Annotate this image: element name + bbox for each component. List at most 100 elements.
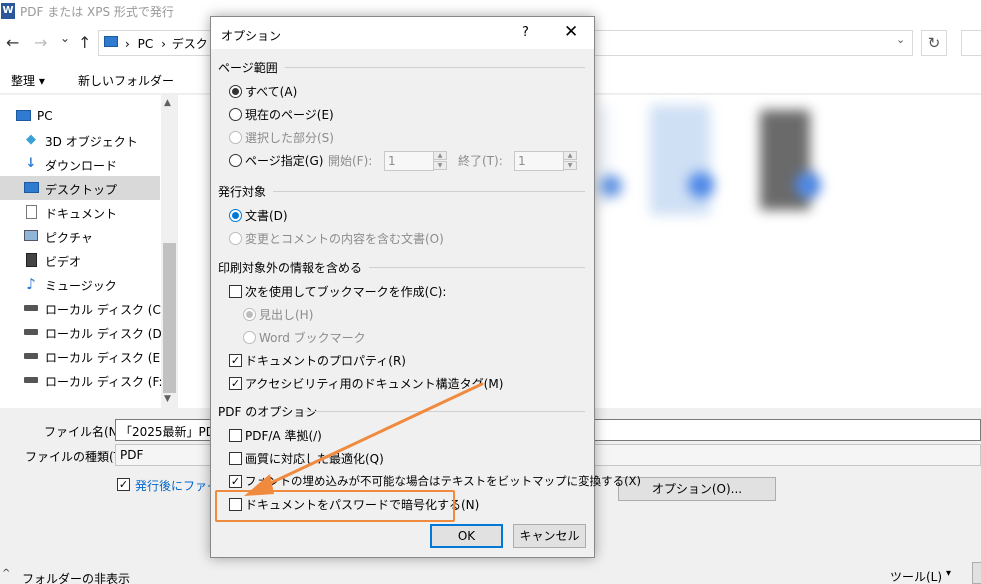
sidebar-item-label: ドキュメント — [45, 207, 118, 221]
chevron-down-icon[interactable]: ⌄ — [896, 33, 905, 46]
pc-icon — [104, 36, 118, 47]
page-range-selection-radio[interactable] — [229, 131, 242, 144]
page-range-current-label: 現在のページ(E) — [245, 108, 334, 122]
hide-folders-button[interactable]: フォルダーの非表示 — [22, 570, 130, 584]
drive-icon — [24, 377, 38, 383]
sidebar-item-drive-e[interactable]: ローカル ディスク (E:) — [0, 344, 169, 368]
sidebar-item-label: 3D オブジェクト — [45, 135, 138, 149]
group-divider — [273, 191, 585, 192]
publish-what-group-label: 発行対象 — [218, 185, 267, 199]
start-page-down-icon[interactable]: ▼ — [433, 161, 447, 170]
music-icon: ♪ — [26, 275, 36, 293]
end-page-down-icon[interactable]: ▼ — [563, 161, 577, 170]
word-app-icon: W — [1, 3, 15, 19]
breadcrumb-pc[interactable]: PC — [138, 37, 154, 51]
doc-properties-label: ドキュメントのプロパティ(R) — [245, 354, 406, 368]
annotation-arrow-icon — [244, 382, 484, 496]
headings-radio[interactable] — [243, 308, 256, 321]
scroll-down-icon[interactable]: ▼ — [164, 394, 171, 404]
cancel-button[interactable]: キャンセル — [513, 524, 586, 548]
end-page-label: 終了(T): — [458, 154, 503, 168]
headings-label: 見出し(H) — [259, 308, 314, 322]
page-range-current-radio[interactable] — [229, 108, 242, 121]
sidebar-item-pc[interactable]: PC — [0, 104, 160, 128]
download-icon: ↓ — [25, 156, 37, 171]
help-icon[interactable]: ? — [522, 25, 529, 40]
organize-button[interactable]: 整理 ▾ — [11, 72, 45, 89]
start-page-up-icon[interactable]: ▲ — [433, 151, 447, 160]
hide-folders-icon[interactable]: ^ — [2, 568, 10, 579]
page-range-group-label: ページ範囲 — [218, 61, 278, 75]
dialog-title: オプション — [221, 29, 282, 43]
sidebar-item-drive-d[interactable]: ローカル ディスク (D:) — [0, 320, 170, 344]
up-folder-icon[interactable]: ↑ — [78, 33, 91, 52]
publish-document-label: 文書(D) — [245, 209, 288, 223]
sidebar-item-label: ビデオ — [45, 255, 82, 269]
refresh-icon[interactable]: ↻ — [921, 30, 947, 56]
group-divider — [369, 267, 585, 268]
sidebar-item-videos[interactable]: ビデオ — [0, 248, 160, 272]
save-button[interactable] — [972, 562, 981, 584]
sidebar-item-pictures[interactable]: ピクチャ — [0, 224, 160, 248]
search-input[interactable] — [961, 30, 981, 56]
options-button[interactable]: オプション(O)... — [618, 477, 776, 501]
sidebar-item-documents[interactable]: ドキュメント — [0, 200, 160, 224]
non-printing-group-label: 印刷対象外の情報を含める — [218, 261, 363, 275]
close-icon[interactable]: ✕ — [564, 22, 578, 42]
drive-icon — [24, 353, 38, 359]
back-icon[interactable]: ← — [6, 33, 19, 52]
file-thumbnail-badge — [688, 172, 714, 198]
forward-icon[interactable]: → — [34, 33, 47, 52]
sidebar-item-desktop[interactable]: デスクトップ — [0, 176, 160, 200]
publish-markup-label: 変更とコメントの内容を含む文書(O) — [245, 232, 444, 246]
page-range-all-radio[interactable] — [229, 85, 242, 98]
word-bookmarks-radio[interactable] — [243, 331, 256, 344]
sidebar-item-music[interactable]: ♪ ミュージック — [0, 272, 160, 296]
file-thumbnail[interactable] — [650, 105, 710, 215]
sidebar-item-label: ローカル ディスク (D:) — [45, 327, 171, 341]
open-after-publish-checkbox[interactable]: ✓ — [117, 478, 130, 491]
new-folder-button[interactable]: 新しいフォルダー — [78, 72, 174, 89]
window-title: PDF または XPS 形式で発行 — [20, 5, 174, 19]
sidebar-item-label: ミュージック — [45, 279, 117, 293]
page-range-all-label: すべて(A) — [245, 85, 298, 99]
sidebar-item-drive-f[interactable]: ローカル ディスク (F:) — [0, 368, 167, 392]
chevron-down-icon[interactable]: ▾ — [946, 568, 951, 579]
address-bar-right[interactable] — [595, 30, 913, 56]
recent-locations-icon[interactable]: ⌄ — [60, 31, 70, 45]
sidebar-item-label: ローカル ディスク (F:) — [45, 375, 168, 389]
page-range-pages-radio[interactable] — [229, 154, 242, 167]
sidebar-item-label: ローカル ディスク (C:) — [45, 303, 170, 317]
create-bookmarks-checkbox[interactable] — [229, 285, 242, 298]
start-page-label: 開始(F): — [328, 154, 373, 168]
drive-icon — [24, 305, 38, 311]
breadcrumb-sep: › — [161, 37, 166, 51]
file-thumbnail-badge — [795, 172, 821, 198]
end-page-up-icon[interactable]: ▲ — [563, 151, 577, 160]
sidebar-scroll-thumb[interactable] — [163, 243, 176, 393]
start-page-input[interactable]: 1 — [384, 151, 434, 171]
video-icon — [26, 253, 37, 267]
page-range-pages-label: ページ指定(G) — [245, 154, 324, 168]
sidebar-item-label: ピクチャ — [45, 231, 93, 245]
desktop-icon — [24, 182, 39, 193]
page-range-selection-label: 選択した部分(S) — [245, 131, 334, 145]
sidebar-item-label: ダウンロード — [45, 159, 118, 173]
breadcrumb-sep: › — [125, 37, 130, 51]
sidebar-item-downloads[interactable]: ↓ ダウンロード — [0, 152, 160, 176]
pc-icon — [16, 110, 31, 121]
scroll-up-icon[interactable]: ▲ — [164, 98, 171, 108]
doc-properties-checkbox[interactable]: ✓ — [229, 354, 242, 367]
ok-button[interactable]: OK — [430, 524, 503, 548]
tools-button[interactable]: ツール(L) — [890, 568, 942, 584]
publish-markup-radio[interactable] — [229, 232, 242, 245]
sidebar-item-drive-c[interactable]: ローカル ディスク (C:) — [0, 296, 170, 320]
publish-document-radio[interactable] — [229, 209, 242, 222]
document-icon — [26, 205, 37, 219]
end-page-input[interactable]: 1 — [514, 151, 564, 171]
group-divider — [285, 67, 585, 68]
file-thumbnail-badge — [600, 175, 622, 197]
3d-objects-icon: ◆ — [26, 132, 36, 147]
sidebar-item-3d-objects[interactable]: ◆ 3D オブジェクト — [0, 128, 160, 152]
pictures-icon — [24, 230, 38, 241]
